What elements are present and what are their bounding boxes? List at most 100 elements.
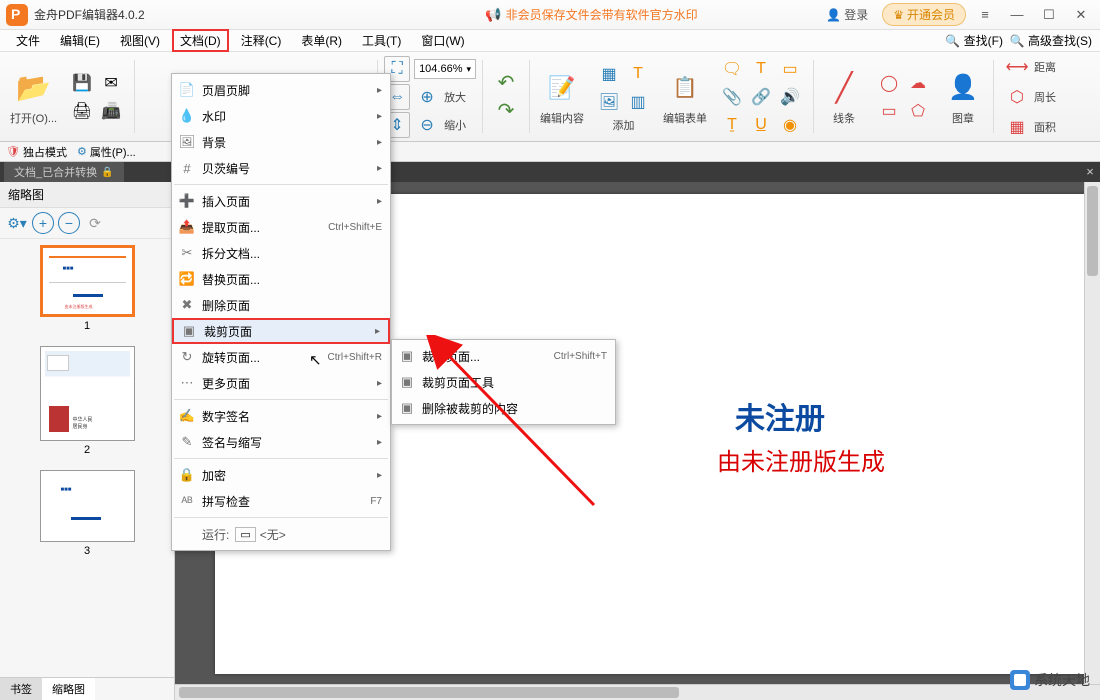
sm-item-裁剪页面工具[interactable]: ▣裁剪页面工具 <box>392 369 615 395</box>
add-box-icon[interactable]: ▦ <box>596 61 622 87</box>
thumb-page-3: ■■■ <box>40 470 135 542</box>
polygon-icon[interactable]: ⬠ <box>905 98 931 124</box>
rect-icon[interactable]: ▭ <box>876 98 902 124</box>
brand-logo-icon <box>1010 670 1030 690</box>
dd-item-数字签名[interactable]: ✍数字签名▸ <box>172 403 390 429</box>
maximize-button[interactable]: ☐ <box>1036 4 1062 26</box>
menu-tool[interactable]: 工具(T) <box>354 30 409 51</box>
dd-item-拼写检查[interactable]: ᴬᴮ拼写检查F7 <box>172 488 390 514</box>
menu-view[interactable]: 视图(V) <box>112 30 168 51</box>
dd-item-签名与缩写[interactable]: ✎签名与缩写▸ <box>172 429 390 455</box>
underline-icon[interactable]: U̲ <box>748 112 774 138</box>
scan-icon[interactable]: 📠 <box>98 98 124 124</box>
properties-button[interactable]: ⚙属性(P)... <box>77 144 136 160</box>
dd-item-裁剪页面[interactable]: ▣裁剪页面▸ <box>172 318 390 344</box>
adv-find-label: 高级查找(S) <box>1028 32 1092 49</box>
open-folder-icon[interactable]: 📂 <box>14 68 54 108</box>
sm-item-删除被裁剪的内容[interactable]: ▣删除被裁剪的内容 <box>392 395 615 421</box>
thumb-3[interactable]: ■■■ 3 <box>40 470 135 557</box>
scrollbar-horizontal[interactable] <box>175 684 1100 700</box>
redo-icon[interactable]: ↷ <box>493 98 519 124</box>
dd-item-背景[interactable]: 🖼背景▸ <box>172 129 390 155</box>
menu-window[interactable]: 窗口(W) <box>413 30 472 51</box>
thumb-rotate-icon[interactable]: ⟳ <box>84 212 106 234</box>
stamp-icon[interactable]: 👤 <box>943 68 983 108</box>
dd-item-提取页面...[interactable]: 📤提取页面...Ctrl+Shift+E <box>172 214 390 240</box>
add-barcode-icon[interactable]: ▥ <box>625 89 651 115</box>
dd-item-插入页面[interactable]: ➕插入页面▸ <box>172 188 390 214</box>
dd-item-旋转页面...[interactable]: ↻旋转页面...Ctrl+Shift+R <box>172 344 390 370</box>
zoom-in-icon[interactable]: ⊕ <box>414 84 440 110</box>
area-icon[interactable]: ▦ <box>1004 114 1030 140</box>
thumb-zoom-in-icon[interactable]: + <box>32 212 54 234</box>
login-label: 登录 <box>844 6 868 23</box>
zoom-input[interactable]: 104.66%▾ <box>414 59 476 79</box>
menu-button[interactable]: ≡ <box>972 4 998 26</box>
doc-tab-label: 文档_已合并转换 <box>14 164 97 180</box>
thumb-zoom-out-icon[interactable]: − <box>58 212 80 234</box>
login-button[interactable]: 👤 登录 <box>818 3 876 26</box>
cloud-icon[interactable]: ☁ <box>905 70 931 96</box>
tab-bookmarks[interactable]: 书签 <box>0 678 42 700</box>
menu-comment[interactable]: 注释(C) <box>233 30 290 51</box>
chevron-right-icon: ▸ <box>377 470 382 481</box>
chevron-right-icon: ▸ <box>377 85 382 96</box>
menu-document[interactable]: 文档(D) <box>172 29 229 52</box>
text-icon[interactable]: T <box>748 56 774 82</box>
distance-icon[interactable]: ⟷ <box>1004 54 1030 80</box>
line-icon[interactable]: ╱ <box>824 68 864 108</box>
edit-form-icon[interactable]: 📋 <box>665 68 705 108</box>
menu-form[interactable]: 表单(R) <box>293 30 350 51</box>
dd-item-水印[interactable]: 💧水印▸ <box>172 103 390 129</box>
scrollbar-vertical[interactable] <box>1084 182 1100 700</box>
dd-item-替换页面...[interactable]: 🔁替换页面... <box>172 266 390 292</box>
dd-run[interactable]: 运行:▭<无> <box>172 521 390 547</box>
dd-label: 背景 <box>202 134 226 151</box>
tab-thumbnails[interactable]: 缩略图 <box>42 678 95 700</box>
adv-find-button[interactable]: 🔍 高级查找(S) <box>1009 32 1092 49</box>
zoom-out-icon[interactable]: ⊖ <box>414 112 440 138</box>
close-button[interactable]: ✕ <box>1068 4 1094 26</box>
menu-file[interactable]: 文件 <box>8 30 48 51</box>
thumb-1[interactable]: ■■■ 由未注册版生成 1 <box>40 245 135 332</box>
save-icon[interactable]: 💾 <box>69 70 95 96</box>
app-title: 金舟PDF编辑器4.0.2 <box>34 6 145 23</box>
add-text-icon[interactable]: T <box>625 61 651 87</box>
dd-item-页眉页脚[interactable]: 📄页眉页脚▸ <box>172 77 390 103</box>
print-icon[interactable]: 🖨 <box>69 98 95 124</box>
oval-icon[interactable]: ◯ <box>876 70 902 96</box>
stamp-small-icon[interactable]: ◉ <box>777 112 803 138</box>
link-icon[interactable]: 🔗 <box>748 84 774 110</box>
thumb-options-icon[interactable]: ⚙▾ <box>6 212 28 234</box>
close-tab-button[interactable]: × <box>1082 164 1098 180</box>
note-icon[interactable]: 🗨 <box>719 56 745 82</box>
document-tab[interactable]: 文档_已合并转换 🔒 <box>4 162 124 182</box>
sound-icon[interactable]: 🔊 <box>777 84 803 110</box>
dd-icon: 🔁 <box>178 270 196 288</box>
mail-icon[interactable]: ✉ <box>98 70 124 96</box>
dd-icon: ✍ <box>178 407 196 425</box>
highlight-icon[interactable]: ▭ <box>777 56 803 82</box>
find-button[interactable]: 🔍 查找(F) <box>945 32 1003 49</box>
sm-icon: ▣ <box>398 399 416 417</box>
open-member-button[interactable]: ♛ 开通会员 <box>882 3 966 26</box>
undo-icon[interactable]: ↶ <box>493 70 519 96</box>
minimize-button[interactable]: — <box>1004 4 1030 26</box>
perimeter-icon[interactable]: ⬡ <box>1004 84 1030 110</box>
menu-edit[interactable]: 编辑(E) <box>52 30 108 51</box>
dd-item-删除页面[interactable]: ✖删除页面 <box>172 292 390 318</box>
dd-item-加密[interactable]: 🔒加密▸ <box>172 462 390 488</box>
add-image-icon[interactable]: 🖼 <box>596 89 622 115</box>
chevron-right-icon: ▸ <box>377 137 382 148</box>
dd-item-更多页面[interactable]: ⋯更多页面▸ <box>172 370 390 396</box>
thumb-2-num: 2 <box>84 444 90 456</box>
thumb-2[interactable]: 中华人民居民身 2 <box>40 346 135 456</box>
dd-label: 签名与缩写 <box>202 434 262 451</box>
dd-item-拆分文档...[interactable]: ✂拆分文档... <box>172 240 390 266</box>
sm-item-裁剪页面...[interactable]: ▣裁剪页面...Ctrl+Shift+T <box>392 343 615 369</box>
exclusive-mode-button[interactable]: 🛡独占模式 <box>6 144 67 160</box>
dd-item-贝茨编号[interactable]: #贝茨编号▸ <box>172 155 390 181</box>
edit-content-icon[interactable]: 📝 <box>542 68 582 108</box>
attachment-icon[interactable]: 📎 <box>719 84 745 110</box>
strikeout-icon[interactable]: Ṯ <box>719 112 745 138</box>
